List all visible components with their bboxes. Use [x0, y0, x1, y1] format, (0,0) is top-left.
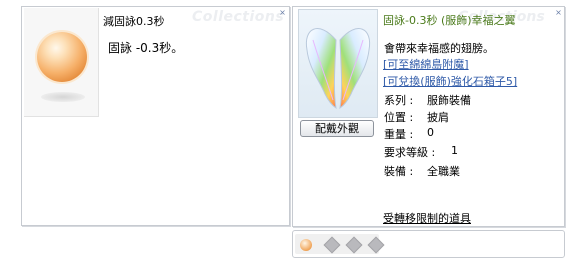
stat-value-level: 1 — [451, 144, 458, 157]
left-item-window: Collections 減固詠0.3秒 × 固詠 -0.3秒。 — [21, 6, 290, 226]
transfer-restriction-link[interactable]: 受轉移限制的道具 — [383, 210, 471, 226]
exchange-link[interactable]: [可兌換(服飾)強化石箱子5] — [383, 73, 517, 89]
item-image-frame — [298, 9, 378, 118]
stat-label-series: 系列 : — [384, 94, 414, 107]
watermark: Collections — [192, 9, 285, 25]
enchant-link[interactable]: [可至綿綿島附魔] — [383, 56, 469, 72]
right-item-window: Collections 固詠-0.3秒 (服飾)幸福之翼 × 會帶來幸福感的翅膀… — [292, 6, 565, 227]
stat-label-level: 要求等級 : — [384, 146, 436, 159]
item-description: 固詠 -0.3秒。 — [108, 41, 184, 55]
orb-slot-icon[interactable] — [300, 239, 312, 251]
item-description: 會帶來幸福感的翅膀。 — [384, 42, 494, 55]
preview-appearance-button[interactable]: 配戴外觀 — [300, 120, 374, 137]
stat-label-weight: 重量 : — [384, 128, 414, 141]
close-icon[interactable]: × — [278, 8, 287, 17]
card-slot-bar — [292, 230, 565, 258]
stat-value-equip: 全職業 — [427, 165, 460, 178]
wings-icon — [305, 28, 371, 110]
stat-label-position: 位置 : — [384, 111, 414, 124]
close-icon[interactable]: × — [554, 8, 563, 17]
stat-value-weight: 0 — [427, 126, 434, 139]
item-image-frame — [24, 8, 99, 117]
stat-value-position: 披肩 — [427, 111, 449, 124]
orb-icon — [37, 32, 87, 82]
item-title: 減固詠0.3秒 — [103, 15, 165, 28]
stat-label-equip: 裝備 : — [384, 165, 414, 178]
stat-value-series: 服飾裝備 — [427, 94, 471, 107]
item-title: 固詠-0.3秒 (服飾)幸福之翼 — [383, 14, 516, 27]
orb-shadow — [41, 92, 85, 102]
